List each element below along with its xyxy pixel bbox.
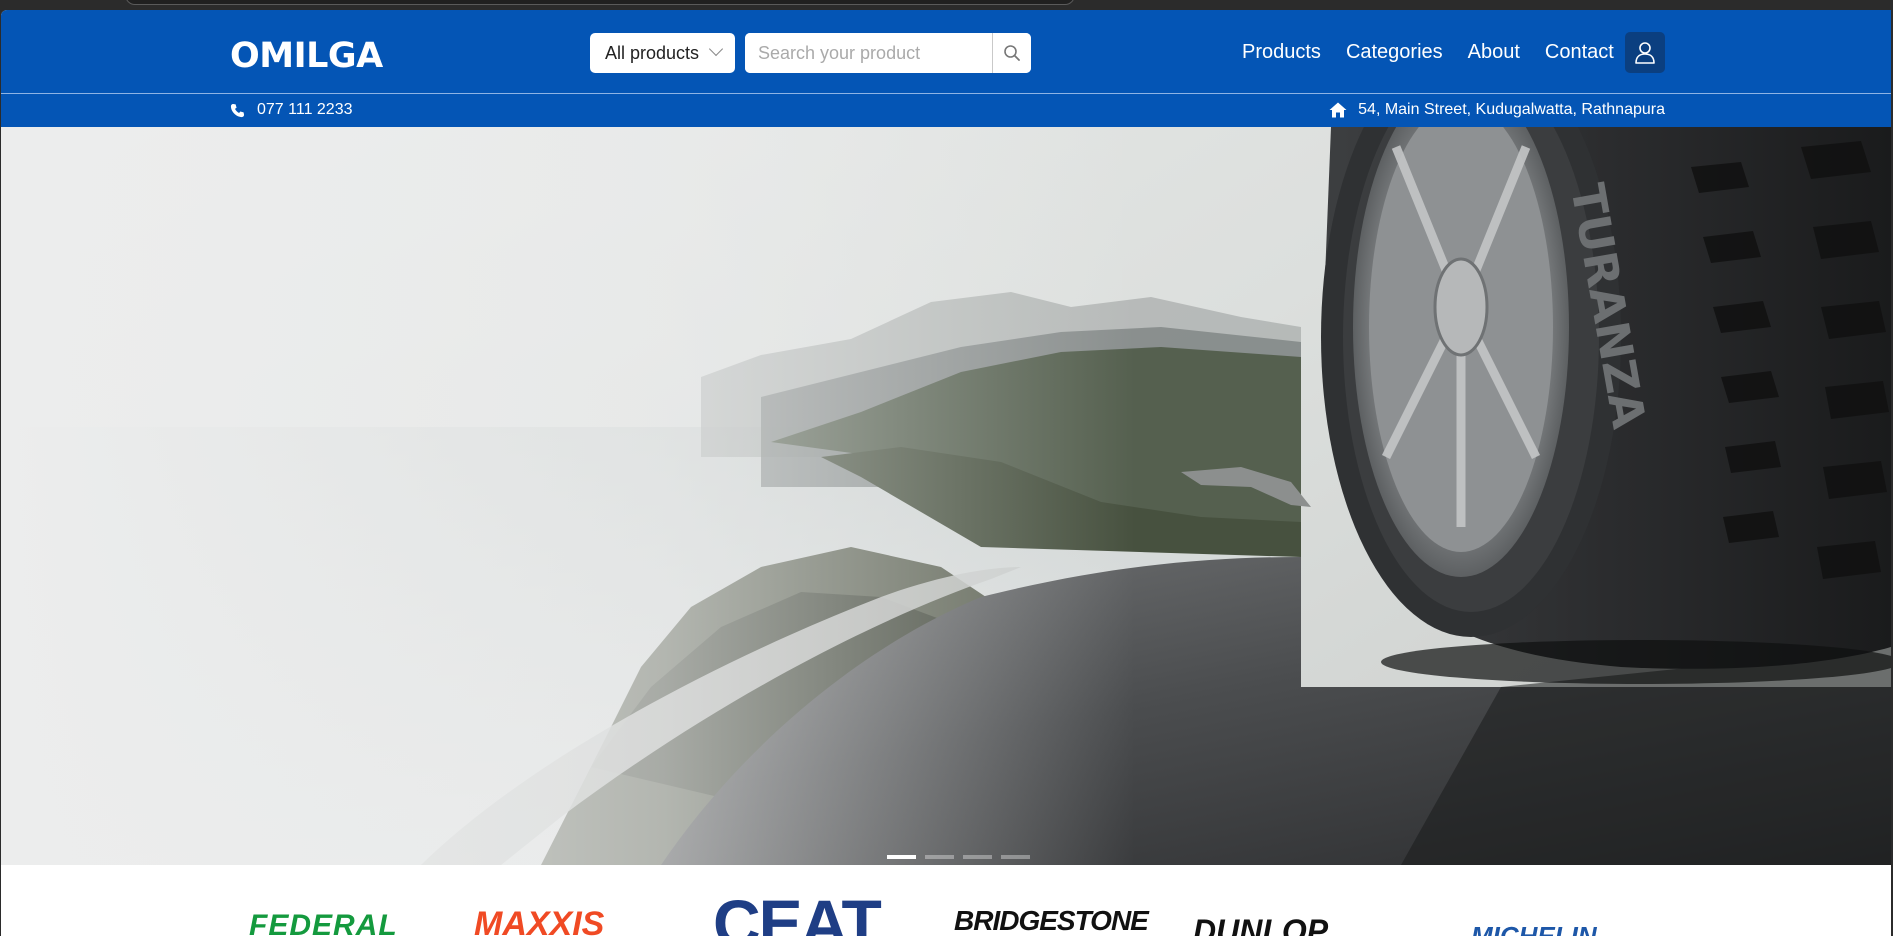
carousel-dot-1[interactable]: [887, 855, 916, 859]
search-button[interactable]: [992, 33, 1031, 73]
brand-bridgestone[interactable]: BRIDGESTONE: [954, 905, 1149, 936]
category-select-value: All products: [605, 42, 700, 63]
search-input[interactable]: [745, 33, 992, 73]
nav-categories[interactable]: Categories: [1346, 41, 1443, 64]
browser-tab-edge: [125, 0, 1075, 5]
nav-contact[interactable]: Contact: [1545, 41, 1614, 64]
user-icon: [1635, 41, 1655, 64]
carousel-dot-2[interactable]: [925, 855, 954, 859]
carousel-dot-4[interactable]: [1001, 855, 1030, 859]
phone-icon: [230, 103, 245, 117]
brand-federal[interactable]: FEDERAL: [249, 909, 398, 936]
site-header: OMILGA All products Products Categories …: [1, 10, 1891, 94]
main-nav: Products Categories About Contact: [1242, 41, 1639, 64]
brand-dunlop[interactable]: DUNLOP: [1193, 913, 1328, 936]
tire-graphic: TURANZA: [1321, 127, 1891, 684]
phone-contact[interactable]: 077 111 2233: [230, 101, 353, 119]
brand-logos-strip: FEDERAL MAXXIS CEAT BRIDGESTONE DUNLOP M…: [1, 865, 1891, 936]
phone-number: 077 111 2233: [257, 101, 353, 118]
category-select[interactable]: All products: [590, 33, 735, 73]
carousel-indicators: [887, 855, 1030, 859]
user-account-button[interactable]: [1625, 32, 1665, 73]
site-logo[interactable]: OMILGA: [230, 36, 383, 76]
info-bar: 077 111 2233 54, Main Street, Kudugalwat…: [1, 94, 1891, 127]
browser-top-strip: [0, 0, 1893, 10]
page-window: OMILGA All products Products Categories …: [1, 10, 1891, 936]
carousel-dot-3[interactable]: [963, 855, 992, 859]
store-address: 54, Main Street, Kudugalwatta, Rathnapur…: [1329, 101, 1665, 119]
brand-ceat[interactable]: CEAT: [713, 885, 882, 936]
brand-maxxis[interactable]: MAXXIS: [474, 905, 604, 936]
hero-carousel: TURANZA: [1, 127, 1891, 865]
address-text: 54, Main Street, Kudugalwatta, Rathnapur…: [1358, 101, 1665, 118]
home-icon: [1329, 102, 1347, 118]
nav-products[interactable]: Products: [1242, 41, 1321, 64]
nav-about[interactable]: About: [1468, 41, 1520, 64]
magnifier-icon: [1004, 45, 1020, 61]
chevron-down-icon: [708, 41, 724, 57]
hero-image: TURANZA: [1, 127, 1891, 865]
search-box: [745, 33, 1031, 73]
brand-michelin[interactable]: MICHELIN: [1471, 921, 1597, 936]
